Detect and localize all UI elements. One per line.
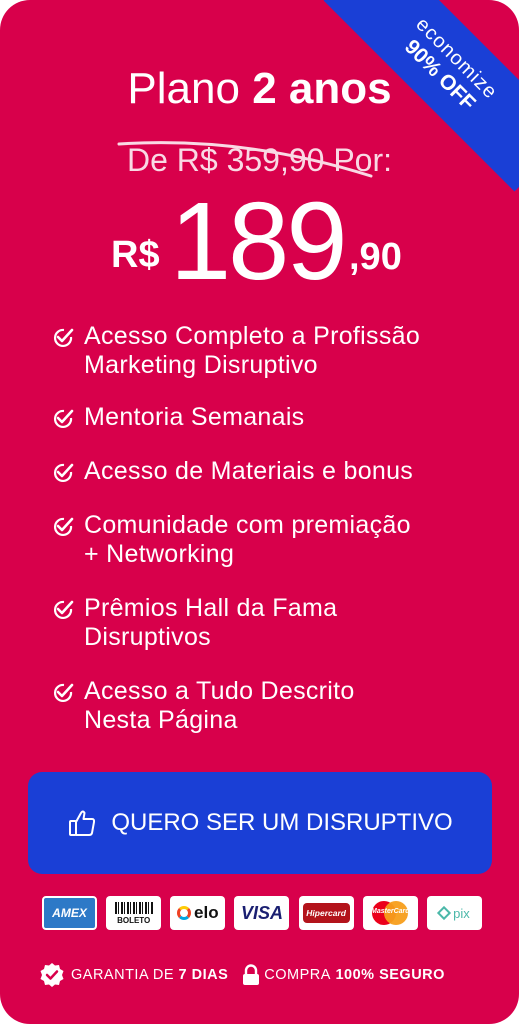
payment-methods: AMEX BOLETO elo VISA Hipercard MasterCar… — [42, 896, 482, 930]
plan-title-prefix: Plano — [127, 64, 240, 113]
mastercard-logo: MasterCard — [362, 896, 418, 930]
elo-ring-icon — [177, 906, 192, 920]
list-item: Prêmios Hall da Fama Disruptivos — [52, 594, 492, 652]
check-icon — [52, 682, 74, 704]
lock-icon — [242, 964, 260, 986]
thumbs-up-icon — [67, 808, 97, 838]
secure-bold: 100% SEGURO — [335, 967, 445, 983]
mastercard-label: MasterCard — [371, 908, 410, 915]
boleto-logo: BOLETO — [106, 896, 162, 930]
guarantee-label: GARANTIA DE — [71, 967, 174, 983]
check-icon — [52, 516, 74, 538]
current-price: R$ 189 ,90 — [0, 178, 519, 303]
amex-label: AMEX — [52, 906, 87, 920]
guarantee-bar: GARANTIA DE 7 DIAS COMPRA 100% SEGURO — [38, 961, 488, 989]
pix-label: pix — [453, 905, 470, 921]
hipercard-label: Hipercard — [306, 908, 346, 918]
old-price-text: De R$ 359,90 Por: — [117, 141, 392, 178]
list-item: Mentoria Semanais — [52, 403, 492, 432]
feature-list: Acesso Completo a Profissão Marketing Di… — [52, 322, 492, 735]
subscribe-button-label: QUERO SER UM DISRUPTIVO — [111, 809, 453, 836]
list-item: Acesso a Tudo Descrito Nesta Página — [52, 677, 492, 735]
check-icon — [52, 327, 74, 349]
strike-line-icon — [117, 141, 373, 178]
barcode-icon — [114, 901, 153, 914]
price-cents: ,90 — [349, 236, 402, 278]
elo-logo: elo — [170, 896, 226, 930]
elo-label: elo — [194, 903, 219, 922]
plan-title: Plano 2 anos — [0, 64, 519, 114]
old-price: De R$ 359,90 Por: — [0, 141, 519, 179]
pricing-card: economize 90% OFF Plano 2 anos De R$ 359… — [0, 0, 519, 1024]
list-item: Acesso Completo a Profissão Marketing Di… — [52, 322, 492, 380]
feature-text: Acesso Completo a Profissão Marketing Di… — [84, 322, 421, 379]
check-icon — [52, 462, 74, 484]
boleto-label: BOLETO — [117, 915, 151, 925]
plan-title-bold: 2 anos — [252, 64, 392, 113]
list-item: Acesso de Materiais e bonus — [52, 457, 492, 486]
pix-logo: pix — [426, 896, 482, 930]
list-item: Comunidade com premiação + Networking — [52, 511, 492, 569]
price-currency: R$ — [111, 234, 160, 276]
guarantee-badge-icon — [38, 961, 66, 989]
check-icon — [52, 408, 74, 430]
visa-label: VISA — [240, 902, 283, 923]
visa-logo: VISA — [234, 896, 290, 930]
hipercard-logo: Hipercard — [298, 896, 354, 930]
check-icon — [52, 599, 74, 621]
feature-text: Acesso a Tudo Descrito Nesta Página — [84, 677, 355, 734]
amex-logo: AMEX — [42, 896, 97, 930]
pix-diamond-icon — [437, 905, 452, 921]
feature-text: Acesso de Materiais e bonus — [84, 457, 414, 485]
price-amount: 189 — [170, 180, 348, 303]
feature-text: Prêmios Hall da Fama Disruptivos — [84, 594, 338, 651]
guarantee-days: 7 DIAS — [178, 967, 229, 983]
mastercard-circles-icon: MasterCard — [370, 901, 410, 925]
feature-text: Comunidade com premiação + Networking — [84, 511, 411, 568]
subscribe-button[interactable]: QUERO SER UM DISRUPTIVO — [28, 772, 492, 874]
feature-text: Mentoria Semanais — [84, 403, 305, 431]
secure-label: COMPRA — [264, 967, 331, 983]
